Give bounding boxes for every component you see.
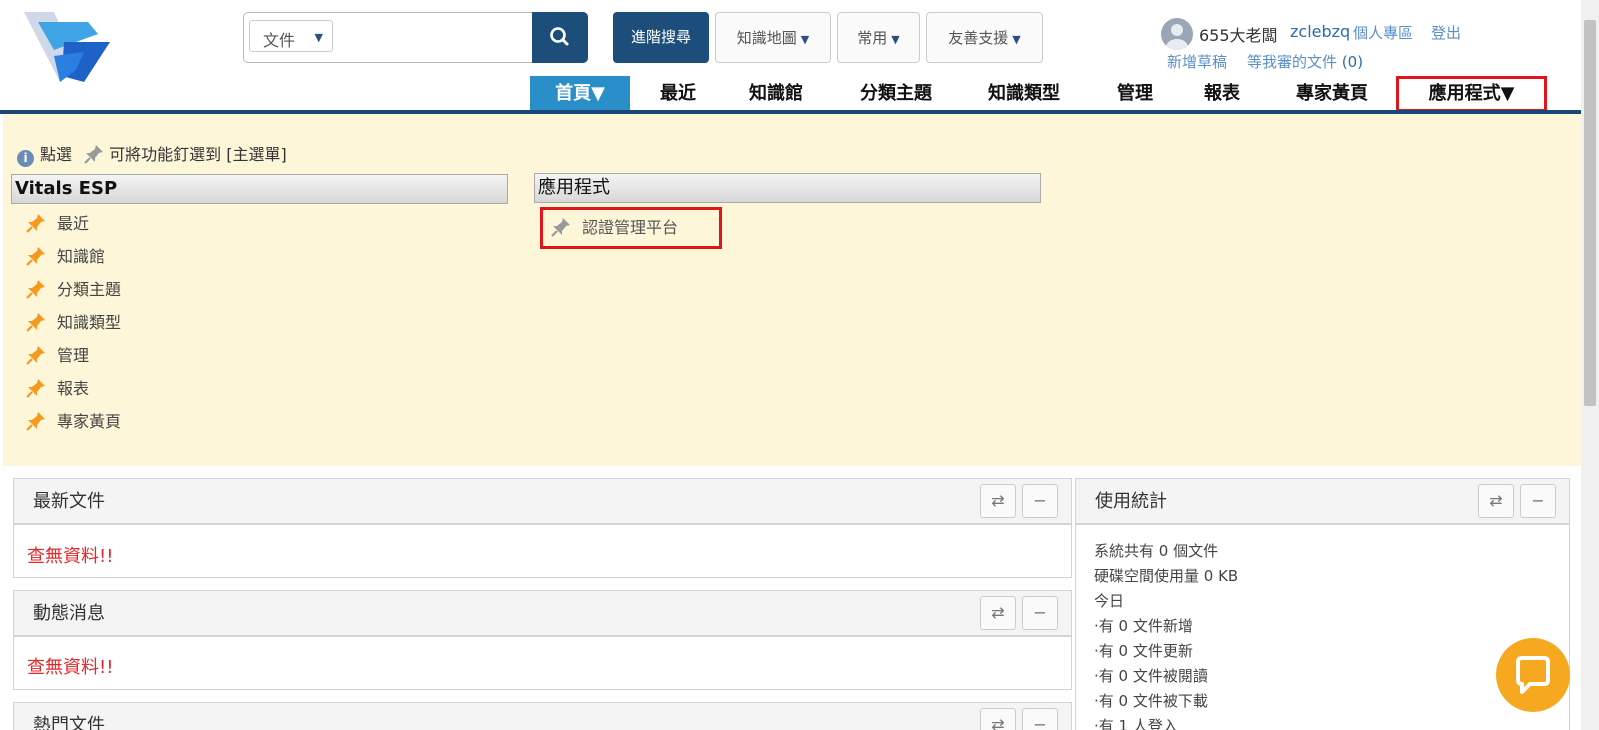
main-nav: 首頁▼ 最近 知識館 分類主題 知識類型 管理 報表 專家黃頁 應用程式▼ bbox=[0, 76, 1581, 112]
nav-home[interactable]: 首頁▼ bbox=[530, 76, 630, 112]
personal-zone-link[interactable]: 個人專區 bbox=[1353, 22, 1413, 43]
vitals-item-label: 知識類型 bbox=[57, 313, 122, 332]
app-menu-panel: i 點選 可將功能釘選到 [主選單] Vitals ESP 應用程式 最近 知識館… bbox=[3, 114, 1581, 466]
search-input[interactable] bbox=[340, 21, 520, 53]
refresh-icon[interactable]: ⇄ bbox=[980, 596, 1016, 630]
pin-tip: i 點選 可將功能釘選到 [主選單] bbox=[17, 141, 287, 167]
chat-icon bbox=[1516, 656, 1550, 694]
vitals-item-manage[interactable]: 管理 bbox=[25, 344, 89, 368]
page: 文件 ▼ 進階搜尋 知識地圖 ▼ 常用 ▼ 友善支援 ▼ 655大老闆 zclebzq… bbox=[0, 0, 1599, 730]
vitals-item-category[interactable]: 分類主題 bbox=[25, 278, 121, 302]
nav-recent[interactable]: 最近 bbox=[648, 76, 708, 112]
applications-header: 應用程式 bbox=[534, 173, 1041, 203]
stat-line: 今日 bbox=[1094, 592, 1125, 610]
vitals-item-label: 分類主題 bbox=[57, 280, 122, 299]
tip-prefix: 點選 bbox=[40, 145, 73, 164]
search-scope-value: 文件 bbox=[263, 31, 296, 50]
minus-icon[interactable]: − bbox=[1022, 484, 1058, 518]
app-item-label: 認證管理平台 bbox=[582, 218, 679, 237]
minus-icon[interactable]: − bbox=[1022, 708, 1058, 730]
pin-icon[interactable] bbox=[25, 377, 47, 399]
nav-knowledge-type[interactable]: 知識類型 bbox=[976, 76, 1072, 112]
vitals-item-label: 最近 bbox=[57, 214, 90, 233]
pin-icon[interactable] bbox=[25, 278, 47, 300]
vitals-item-reports[interactable]: 報表 bbox=[25, 377, 89, 401]
app-item-cert-management[interactable]: 認證管理平台 bbox=[540, 207, 722, 249]
nav-applications[interactable]: 應用程式▼ bbox=[1396, 76, 1547, 112]
refresh-icon[interactable]: ⇄ bbox=[1478, 484, 1514, 518]
nav-category[interactable]: 分類主題 bbox=[848, 76, 944, 112]
chevron-down-icon: ▼ bbox=[314, 31, 323, 44]
pending-review-count: (0) bbox=[1341, 53, 1364, 71]
advanced-search-button[interactable]: 進階搜尋 bbox=[613, 12, 709, 63]
knowledge-map-label: 知識地圖 bbox=[736, 29, 797, 47]
nav-reports[interactable]: 報表 bbox=[1194, 76, 1250, 112]
logout-link[interactable]: 登出 bbox=[1431, 22, 1461, 43]
vitals-item-label: 專家黃頁 bbox=[57, 412, 122, 431]
pin-icon[interactable] bbox=[550, 216, 572, 238]
new-draft-link[interactable]: 新增草稿 bbox=[1167, 51, 1227, 72]
stat-line: 系統共有 0 個文件 bbox=[1094, 542, 1219, 560]
pending-review-link[interactable]: 等我審的文件 (0) bbox=[1247, 51, 1363, 72]
latest-docs-portlet: 最新文件 ⇄ − 查無資料!! bbox=[13, 478, 1072, 578]
empty-message: 查無資料!! bbox=[27, 657, 114, 678]
vitals-item-knowledge-type[interactable]: 知識類型 bbox=[25, 311, 121, 335]
pin-icon[interactable] bbox=[25, 344, 47, 366]
empty-message: 查無資料!! bbox=[27, 546, 114, 567]
news-title: 動態消息 bbox=[14, 591, 1071, 637]
nav-expert-pages[interactable]: 專家黃頁 bbox=[1284, 76, 1380, 112]
scrollbar-thumb[interactable] bbox=[1584, 20, 1596, 406]
nav-manage[interactable]: 管理 bbox=[1107, 76, 1163, 112]
support-dropdown[interactable]: 友善支援 ▼ bbox=[926, 12, 1043, 63]
user-name: 655大老闆 bbox=[1199, 26, 1278, 45]
pin-icon bbox=[84, 145, 104, 164]
stat-line: 硬碟空間使用量 0 KB bbox=[1094, 567, 1239, 585]
vitals-item-recent[interactable]: 最近 bbox=[25, 212, 89, 236]
pin-icon[interactable] bbox=[25, 245, 47, 267]
search-icon bbox=[550, 27, 569, 46]
knowledge-map-dropdown[interactable]: 知識地圖 ▼ bbox=[715, 12, 831, 63]
hot-docs-portlet: 熱門文件 ⇄ − bbox=[13, 702, 1072, 730]
usage-stats-body: 系統共有 0 個文件 硬碟空間使用量 0 KB 今日 ·有 0 文件新增 ·有 … bbox=[1094, 539, 1238, 730]
vitals-item-label: 管理 bbox=[57, 346, 90, 365]
avatar[interactable] bbox=[1161, 18, 1193, 50]
frequent-label: 常用 bbox=[857, 29, 888, 47]
vitals-item-expert-pages[interactable]: 專家黃頁 bbox=[25, 410, 121, 434]
vitals-item-knowledge-hall[interactable]: 知識館 bbox=[25, 245, 105, 269]
pin-icon[interactable] bbox=[25, 410, 47, 432]
news-portlet: 動態消息 ⇄ − 查無資料!! bbox=[13, 590, 1072, 690]
user-area: 655大老闆 zclebzq 個人專區 登出 新增草稿 等我審的文件 (0) bbox=[1161, 16, 1591, 76]
chat-button[interactable] bbox=[1496, 638, 1570, 712]
vitals-esp-header: Vitals ESP bbox=[11, 174, 508, 204]
stat-line: ·有 0 文件被閱讀 bbox=[1094, 667, 1208, 685]
stat-line: ·有 0 文件被下載 bbox=[1094, 692, 1208, 710]
stat-line: ·有 0 文件新增 bbox=[1094, 617, 1193, 635]
chevron-down-icon: ▼ bbox=[891, 33, 900, 46]
search-button[interactable] bbox=[532, 12, 588, 63]
refresh-icon[interactable]: ⇄ bbox=[980, 484, 1016, 518]
chevron-down-icon: ▼ bbox=[800, 33, 810, 46]
user-login-link[interactable]: zclebzq bbox=[1290, 22, 1350, 41]
stat-line: ·有 0 文件更新 bbox=[1094, 642, 1193, 660]
minus-icon[interactable]: − bbox=[1520, 484, 1556, 518]
frequent-dropdown[interactable]: 常用 ▼ bbox=[837, 12, 920, 63]
vitals-item-label: 報表 bbox=[57, 379, 90, 398]
pin-icon[interactable] bbox=[25, 212, 47, 234]
chevron-down-icon: ▼ bbox=[1012, 33, 1021, 46]
pin-icon[interactable] bbox=[25, 311, 47, 333]
page-scrollbar[interactable] bbox=[1581, 0, 1599, 730]
info-icon: i bbox=[17, 150, 34, 167]
nav-knowledge-hall[interactable]: 知識館 bbox=[738, 76, 814, 112]
vitals-item-label: 知識館 bbox=[57, 247, 106, 266]
search-scope-select[interactable]: 文件 ▼ bbox=[249, 20, 333, 52]
pending-review-label: 等我審的文件 bbox=[1247, 53, 1338, 71]
hot-docs-title: 熱門文件 bbox=[14, 703, 1071, 730]
stat-line: ·有 1 人登入 bbox=[1094, 717, 1178, 730]
refresh-icon[interactable]: ⇄ bbox=[980, 708, 1016, 730]
tip-suffix: 可將功能釘選到 [主選單] bbox=[109, 145, 287, 164]
support-label: 友善支援 bbox=[948, 29, 1009, 47]
latest-docs-title: 最新文件 bbox=[14, 479, 1071, 525]
minus-icon[interactable]: − bbox=[1022, 596, 1058, 630]
